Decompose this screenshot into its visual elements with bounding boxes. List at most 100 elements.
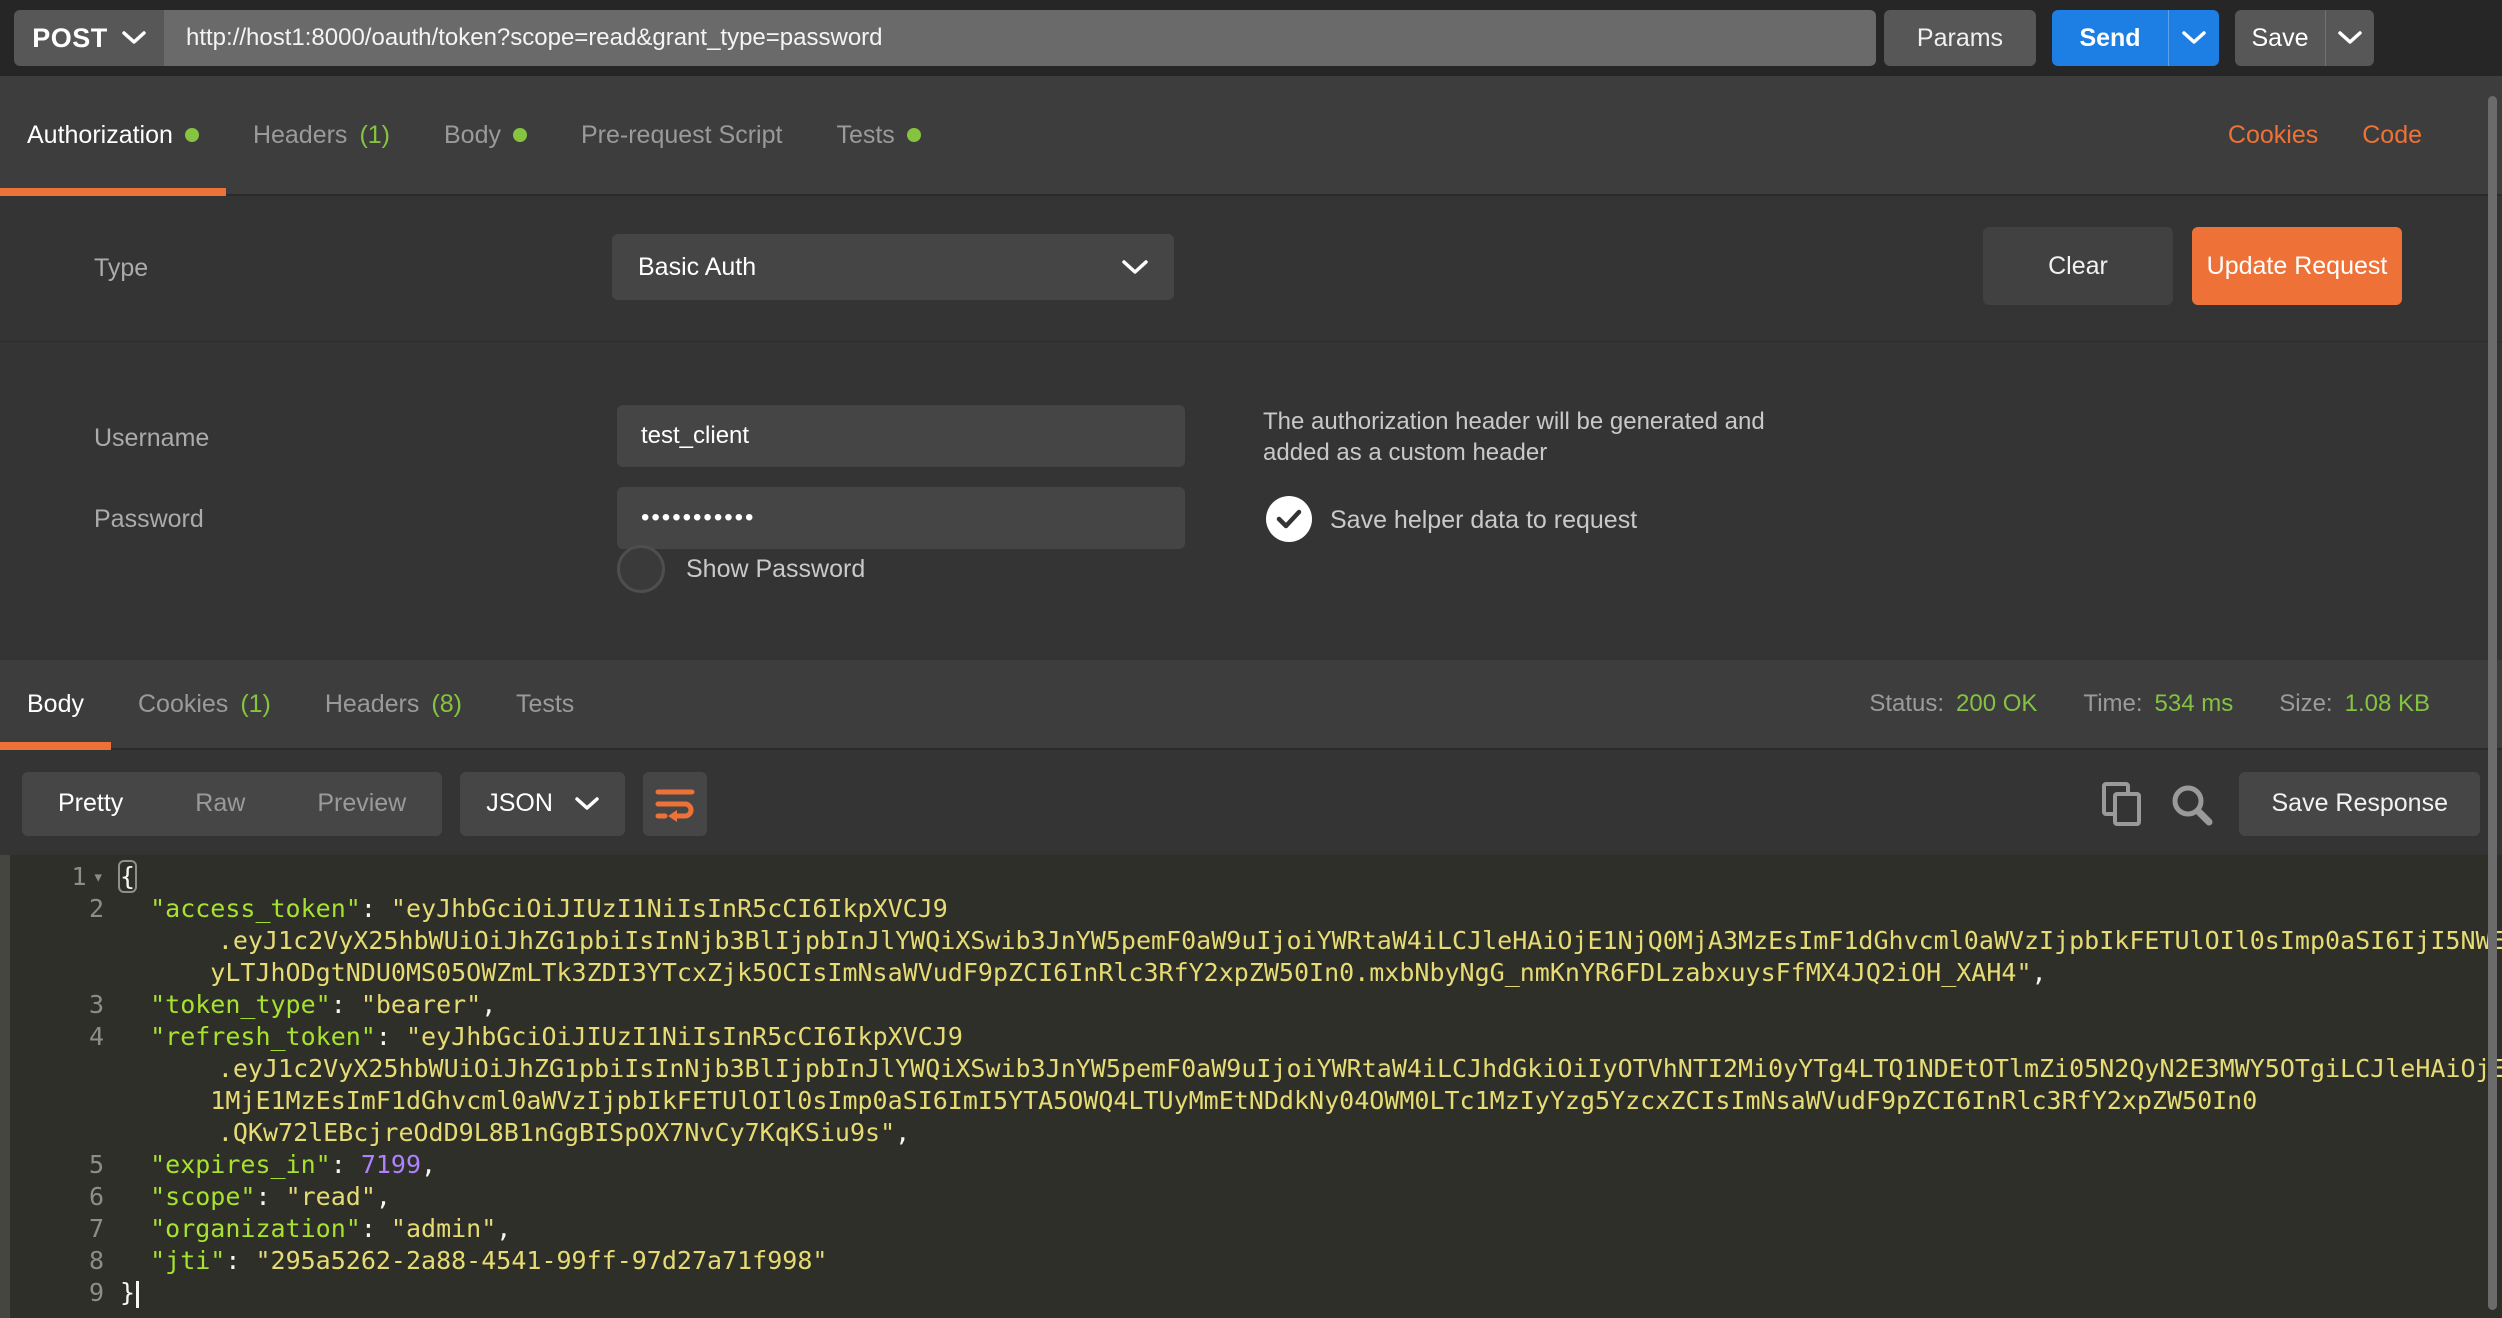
chevron-down-icon <box>122 31 146 45</box>
cookies-link[interactable]: Cookies <box>2228 121 2318 150</box>
tab-body-label: Body <box>444 121 501 150</box>
request-url-bar: POST Params Send Save <box>0 0 2502 76</box>
params-button[interactable]: Params <box>1884 10 2036 66</box>
clear-button[interactable]: Clear <box>1983 227 2173 305</box>
status-dot <box>907 128 921 142</box>
view-raw-button[interactable]: Raw <box>159 772 281 836</box>
send-options-button[interactable] <box>2169 10 2219 66</box>
tab-body[interactable]: Body <box>417 76 554 194</box>
code-lines: 1▾{2"access_token": "eyJhbGciOiJIUzI1NiI… <box>10 861 2502 1309</box>
code-line: .QKw72lEBcjreOdD9L8B1nGgBISpOX7NvCy7KqKS… <box>10 1117 2502 1149</box>
status-dot <box>185 128 199 142</box>
response-tab-headers[interactable]: Headers (8) <box>298 660 489 748</box>
tab-headers-count: (1) <box>359 121 390 150</box>
auth-helper-note: The authorization header will be generat… <box>1263 406 1808 468</box>
code-line: 2"access_token": "eyJhbGciOiJIUzI1NiIsIn… <box>10 893 2502 925</box>
save-options-button[interactable] <box>2326 10 2374 66</box>
tab-pre-request-script[interactable]: Pre-request Script <box>554 76 809 194</box>
line-number: 5 <box>10 1149 120 1181</box>
response-tab-cookies-label: Cookies <box>138 690 228 719</box>
code-text: .eyJ1c2VyX25hbWUiOiJhZG1pbiIsInNjb3BlIjp… <box>120 1053 2502 1085</box>
response-tab-cookies[interactable]: Cookies (1) <box>111 660 298 748</box>
tab-tests-label: Tests <box>836 121 894 150</box>
size-value: 1.08 KB <box>2345 690 2430 718</box>
response-body-viewer[interactable]: 1▾{2"access_token": "eyJhbGciOiJIUzI1NiI… <box>0 855 2502 1318</box>
line-number <box>10 957 120 989</box>
username-label: Username <box>94 424 209 453</box>
status-value: 200 OK <box>1956 690 2037 718</box>
code-line: yLTJhODgtNDU0MS05OWZmLTk3ZDI3YTcxZjk5OCI… <box>10 957 2502 989</box>
response-meta: Status: 200 OK Time: 534 ms Size: 1.08 K… <box>1869 690 2502 718</box>
send-button[interactable]: Send <box>2052 10 2169 66</box>
code-line: .eyJ1c2VyX25hbWUiOiJhZG1pbiIsInNjb3BlIjp… <box>10 925 2502 957</box>
chevron-down-icon <box>2338 31 2362 45</box>
vertical-scrollbar[interactable] <box>2488 96 2497 1310</box>
save-button-group: Save <box>2235 10 2374 66</box>
code-text: .QKw72lEBcjreOdD9L8B1nGgBISpOX7NvCy7KqKS… <box>120 1117 910 1149</box>
code-line: 6"scope": "read", <box>10 1181 2502 1213</box>
code-line: 4"refresh_token": "eyJhbGciOiJIUzI1NiIsI… <box>10 1021 2502 1053</box>
response-tab-tests[interactable]: Tests <box>489 660 601 748</box>
code-line: 3"token_type": "bearer", <box>10 989 2502 1021</box>
time-value: 534 ms <box>2155 690 2234 718</box>
code-text: 1MjE1MzEsImF1dGhvcml0aWVzIjpbIkFETUlOIl0… <box>120 1085 2257 1117</box>
tab-tests[interactable]: Tests <box>809 76 947 194</box>
response-tab-body[interactable]: Body <box>0 660 111 748</box>
code-text: "expires_in": 7199, <box>120 1149 436 1181</box>
save-button[interactable]: Save <box>2235 10 2326 66</box>
type-label: Type <box>94 254 148 283</box>
copy-button[interactable] <box>2101 781 2143 827</box>
save-response-button[interactable]: Save Response <box>2239 772 2480 836</box>
copy-icon <box>2101 781 2143 827</box>
response-tabs: Body Cookies (1) Headers (8) Tests Statu… <box>0 660 2502 750</box>
code-text: "access_token": "eyJhbGciOiJIUzI1NiIsInR… <box>120 893 948 925</box>
method-select[interactable]: POST <box>14 10 164 66</box>
code-text: "token_type": "bearer", <box>120 989 496 1021</box>
size-pair: Size: 1.08 KB <box>2279 690 2430 718</box>
show-password-radio[interactable] <box>617 545 665 593</box>
save-helper-checkbox[interactable] <box>1266 496 1312 542</box>
code-text: "scope": "read", <box>120 1181 391 1213</box>
code-link[interactable]: Code <box>2362 121 2422 150</box>
search-button[interactable] <box>2169 782 2213 826</box>
code-text: .eyJ1c2VyX25hbWUiOiJhZG1pbiIsInNjb3BlIjp… <box>120 925 2502 957</box>
username-input[interactable] <box>617 405 1185 467</box>
update-request-button[interactable]: Update Request <box>2192 227 2402 305</box>
line-number <box>10 1117 120 1149</box>
response-tab-tests-label: Tests <box>516 690 574 719</box>
line-number <box>10 1053 120 1085</box>
view-preview-button[interactable]: Preview <box>281 772 442 836</box>
tab-links: Cookies Code <box>2228 121 2502 150</box>
auth-type-select[interactable]: Basic Auth <box>612 234 1174 300</box>
chevron-down-icon <box>2182 31 2206 45</box>
status-label: Status: <box>1869 690 1944 718</box>
tab-pre-request-script-label: Pre-request Script <box>581 121 782 150</box>
text-wrap-button[interactable] <box>643 772 707 836</box>
code-line: 8"jti": "295a5262-2a88-4541-99ff-97d27a7… <box>10 1245 2502 1277</box>
line-number: 8 <box>10 1245 120 1277</box>
size-label: Size: <box>2279 690 2332 718</box>
tab-headers[interactable]: Headers (1) <box>226 76 417 194</box>
code-line: 1MjE1MzEsImF1dGhvcml0aWVzIjpbIkFETUlOIl0… <box>10 1085 2502 1117</box>
request-tabs: Authorization Headers (1) Body Pre-reque… <box>0 76 2502 196</box>
search-icon <box>2169 782 2213 826</box>
tab-authorization[interactable]: Authorization <box>0 76 226 194</box>
password-input[interactable] <box>617 487 1185 549</box>
fold-caret-icon[interactable]: ▾ <box>93 861 104 893</box>
code-line: 5"expires_in": 7199, <box>10 1149 2502 1181</box>
show-password-label: Show Password <box>686 555 865 584</box>
tab-authorization-label: Authorization <box>27 121 173 150</box>
chevron-down-icon <box>1122 260 1148 275</box>
code-text: { <box>120 861 135 893</box>
view-pretty-button[interactable]: Pretty <box>22 772 159 836</box>
code-text: "jti": "295a5262-2a88-4541-99ff-97d27a71… <box>120 1245 827 1277</box>
tab-headers-label: Headers <box>253 121 348 150</box>
divider <box>0 341 2502 342</box>
time-pair: Time: 534 ms <box>2083 690 2233 718</box>
response-tab-headers-label: Headers <box>325 690 420 719</box>
toolbar-right: Save Response <box>2101 772 2480 836</box>
line-number <box>10 925 120 957</box>
format-select[interactable]: JSON <box>460 772 625 836</box>
url-input[interactable] <box>164 10 1876 66</box>
status-pair: Status: 200 OK <box>1869 690 2037 718</box>
